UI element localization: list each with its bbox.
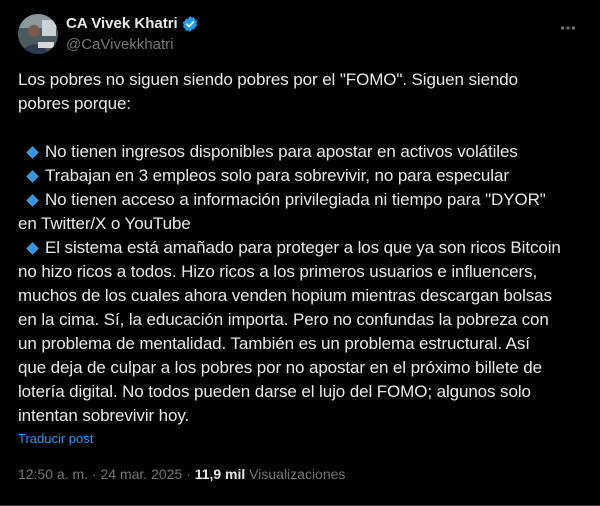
- blue-diamond-icon: [26, 241, 39, 255]
- more-dots-icon: [560, 26, 576, 30]
- author-handle[interactable]: @CaVivekkhatri: [66, 35, 199, 55]
- views-label: Visualizaciones: [249, 466, 346, 482]
- post-card: CA Vivek Khatri @CaVivekkhatri Los pobre…: [0, 0, 600, 506]
- post-intro-line: Los pobres no siguen siendo pobres por e…: [18, 70, 519, 89]
- post-tail-line: intentan sobrevivir hoy.: [18, 406, 190, 425]
- blue-diamond-icon: [26, 193, 39, 207]
- author-names: CA Vivek Khatri @CaVivekkhatri: [66, 14, 199, 55]
- verified-badge-icon: [181, 15, 199, 33]
- post-date[interactable]: 24 mar. 2025: [101, 466, 183, 482]
- post-tail-line: lotería digital. No todos pueden darse e…: [18, 382, 531, 401]
- blue-diamond-icon: [26, 169, 39, 183]
- more-options-button[interactable]: [556, 16, 580, 40]
- translate-post-link[interactable]: Traducir post: [18, 431, 93, 447]
- bullet-item: El sistema está amañado para proteger a …: [18, 236, 584, 260]
- post-tail-line: un problema de mentalidad. También es un…: [18, 334, 530, 353]
- bullet-item: No tienen ingresos disponibles para apos…: [18, 140, 584, 164]
- bullet-continuation: en Twitter/X o YouTube: [18, 214, 191, 233]
- meta-separator: ·: [186, 466, 191, 482]
- meta-separator: ·: [91, 466, 97, 482]
- bullet-text: El sistema está amañado para proteger a …: [45, 238, 561, 257]
- post-tail-line: no hizo ricos a todos. Hizo ricos a los …: [18, 262, 538, 281]
- post-meta: 12:50 a. m. · 24 mar. 2025 · 11,9 mil Vi…: [18, 464, 345, 484]
- bullet-text: Trabajan en 3 empleos solo para sobreviv…: [45, 166, 509, 185]
- bullet-text: No tienen acceso a información privilegi…: [45, 190, 546, 209]
- post-tail-line: muchos de los cuales ahora venden hopium…: [18, 286, 552, 305]
- bullet-item: No tienen acceso a información privilegi…: [18, 188, 584, 212]
- views-count[interactable]: 11,9 mil: [195, 466, 246, 482]
- post-text: Los pobres no siguen siendo pobres por e…: [18, 68, 584, 428]
- post-header: CA Vivek Khatri @CaVivekkhatri: [18, 12, 584, 56]
- post-time[interactable]: 12:50 a. m.: [18, 466, 88, 482]
- display-name[interactable]: CA Vivek Khatri: [66, 14, 178, 34]
- display-name-row: CA Vivek Khatri: [66, 14, 199, 34]
- post-tail-line: que deja de culpar a los pobres por no a…: [18, 358, 543, 377]
- avatar-image: [18, 14, 58, 54]
- avatar[interactable]: [18, 14, 58, 54]
- blue-diamond-icon: [26, 145, 39, 159]
- post-tail-line: en la cima. Sí, la educación importa. Pe…: [18, 310, 549, 329]
- bullet-text: No tienen ingresos disponibles para apos…: [45, 142, 518, 161]
- bullet-item: Trabajan en 3 empleos solo para sobreviv…: [18, 164, 584, 188]
- post-intro-line: pobres porque:: [18, 94, 131, 113]
